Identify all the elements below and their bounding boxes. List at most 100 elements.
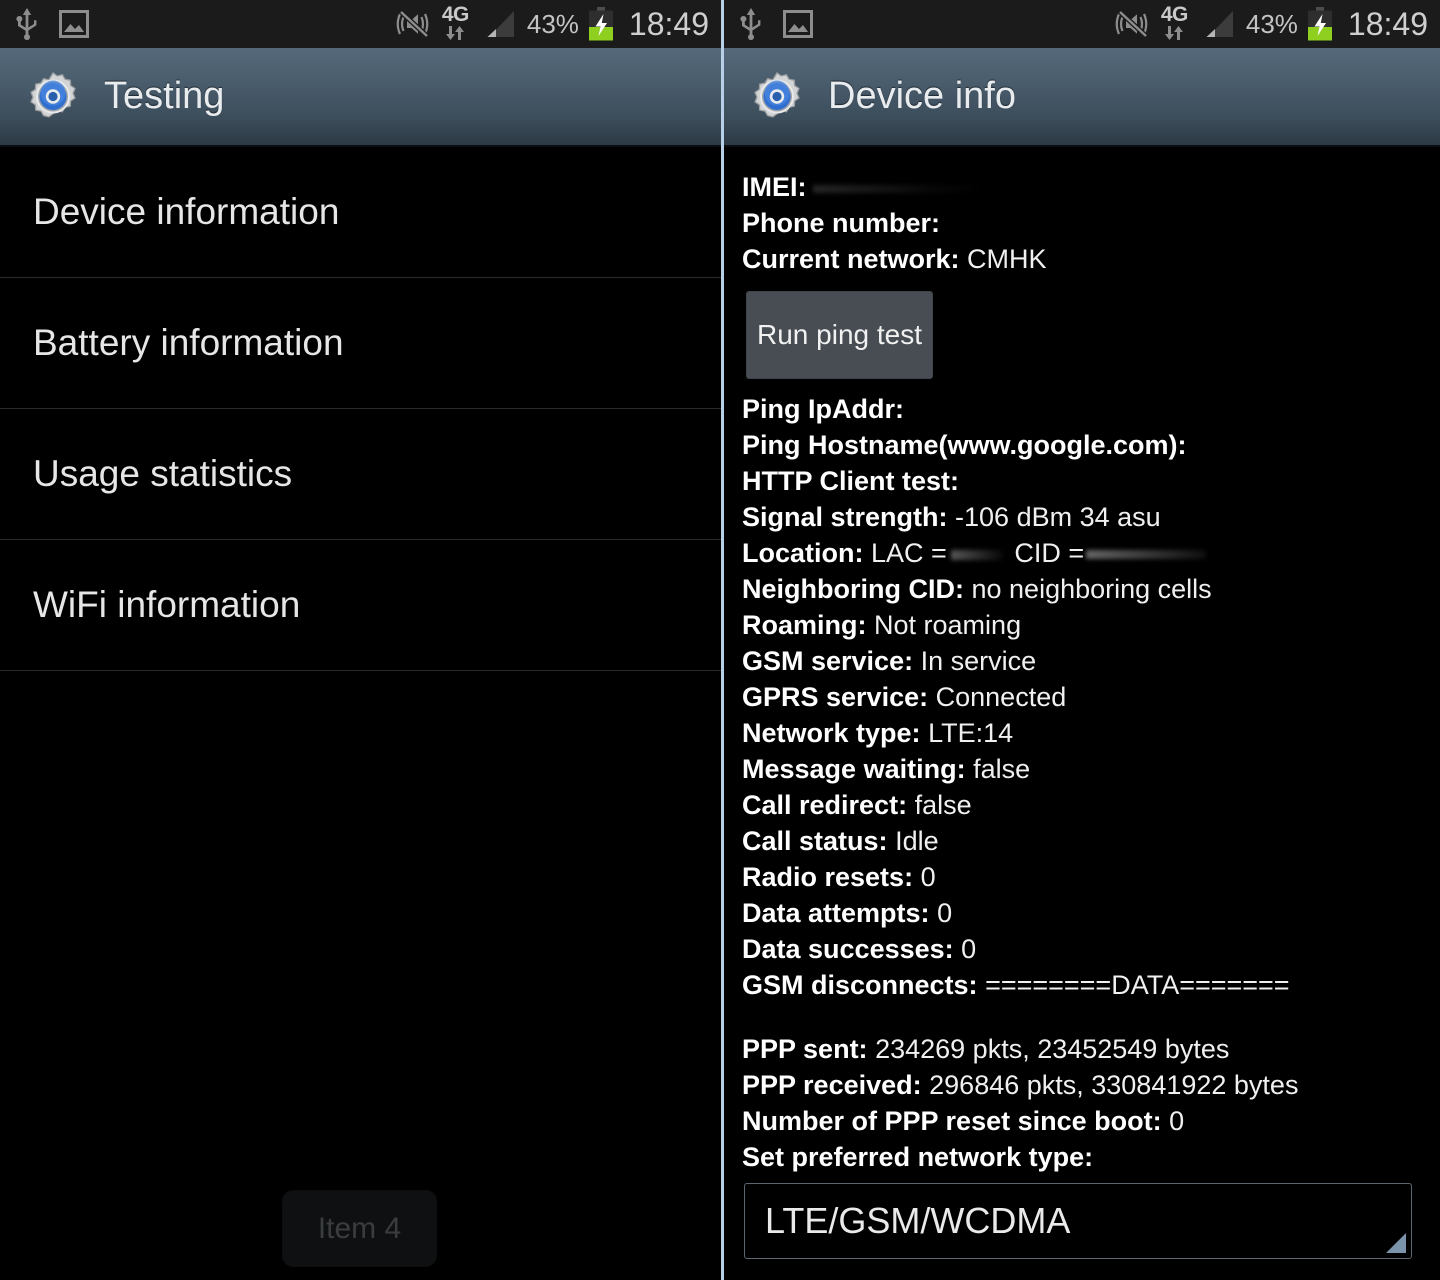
field-value: no neighboring cells bbox=[971, 574, 1212, 604]
field-value: false bbox=[914, 790, 972, 820]
field-value: 0 bbox=[1169, 1106, 1185, 1136]
field-call-status: Call status: Idle bbox=[742, 823, 1440, 859]
field-key: Set preferred network type: bbox=[742, 1142, 1094, 1172]
field-value-cid-label: CID = bbox=[1014, 538, 1085, 568]
run-ping-test-button[interactable]: Run ping test bbox=[746, 291, 933, 379]
list-item-device-information[interactable]: Device information bbox=[0, 147, 721, 278]
settings-gear-icon bbox=[748, 68, 806, 126]
field-neighboring-cid: Neighboring CID: no neighboring cells bbox=[742, 571, 1440, 607]
battery-charging-icon bbox=[1306, 7, 1334, 41]
status-bar-left: 4G 43% 18:49 bbox=[0, 0, 721, 48]
redacted-lac-value bbox=[950, 549, 1003, 560]
field-ppp-sent: PPP sent: 234269 pkts, 23452549 bytes bbox=[742, 1031, 1440, 1067]
field-value: CMHK bbox=[967, 244, 1047, 274]
field-current-network: Current network: CMHK bbox=[742, 241, 1440, 277]
right-panel-device-info: 4G 43% 18:49 Device info IMEI: Phone num… bbox=[724, 0, 1440, 1280]
field-network-type: Network type: LTE:14 bbox=[742, 715, 1440, 751]
field-value: ========DATA======= bbox=[985, 970, 1290, 1000]
preferred-network-type-spinner[interactable]: LTE/GSM/WCDMA bbox=[744, 1183, 1412, 1259]
field-key: GPRS service: bbox=[742, 682, 929, 712]
4g-data-icon: 4G bbox=[1161, 4, 1188, 44]
field-key: Call redirect: bbox=[742, 790, 908, 820]
list-item-label: Device information bbox=[33, 191, 340, 232]
field-key: Phone number: bbox=[742, 208, 941, 238]
field-value: 234269 pkts, 23452549 bytes bbox=[875, 1034, 1230, 1064]
field-key: HTTP Client test: bbox=[742, 466, 960, 496]
list-item-wifi-information[interactable]: WiFi information bbox=[0, 540, 721, 671]
field-message-waiting: Message waiting: false bbox=[742, 751, 1440, 787]
list-item-battery-information[interactable]: Battery information bbox=[0, 278, 721, 409]
field-ppp-reset-since-boot: Number of PPP reset since boot: 0 bbox=[742, 1103, 1440, 1139]
data-arrows-icon bbox=[1162, 26, 1186, 44]
left-panel-testing: 4G 43% 18:49 Testing Device information … bbox=[0, 0, 721, 1280]
field-key: Number of PPP reset since boot: bbox=[742, 1106, 1162, 1136]
field-key: Network type: bbox=[742, 718, 921, 748]
field-phone-number: Phone number: bbox=[742, 205, 1440, 241]
battery-charging-icon bbox=[587, 7, 615, 41]
field-key: Roaming: bbox=[742, 610, 867, 640]
redacted-cid-value bbox=[1086, 550, 1207, 560]
field-ppp-received: PPP received: 296846 pkts, 330841922 byt… bbox=[742, 1067, 1440, 1103]
network-type-label: 4G bbox=[1160, 3, 1189, 26]
screenshot-icon bbox=[782, 8, 814, 40]
field-gsm-disconnects: GSM disconnects: ========DATA======= bbox=[742, 967, 1440, 1003]
field-key: GSM disconnects: bbox=[742, 970, 978, 1000]
4g-data-icon: 4G bbox=[442, 4, 469, 44]
field-key: Data successes: bbox=[742, 934, 954, 964]
label-set-preferred-network-type: Set preferred network type: bbox=[742, 1139, 1440, 1175]
field-http-client-test: HTTP Client test: bbox=[742, 463, 1440, 499]
field-key: Location: bbox=[742, 538, 864, 568]
list-item-label: Usage statistics bbox=[33, 453, 293, 494]
field-key: GSM service: bbox=[742, 646, 914, 676]
field-key: Message waiting: bbox=[742, 754, 966, 784]
page-title: Testing bbox=[104, 75, 225, 117]
settings-gear-icon bbox=[24, 68, 82, 126]
action-bar-left: Testing bbox=[0, 48, 721, 147]
field-key: Current network: bbox=[742, 244, 960, 274]
field-key: Ping Hostname(www.google.com): bbox=[742, 430, 1187, 460]
usb-icon bbox=[14, 7, 40, 41]
field-key: Data attempts: bbox=[742, 898, 930, 928]
status-bar-right-left-icons bbox=[738, 7, 814, 41]
field-key: PPP sent: bbox=[742, 1034, 868, 1064]
field-key: Radio resets: bbox=[742, 862, 914, 892]
list-item-usage-statistics[interactable]: Usage statistics bbox=[0, 409, 721, 540]
list-item-label: WiFi information bbox=[33, 584, 301, 625]
signal-bars-icon bbox=[483, 9, 517, 39]
device-info-body: IMEI: Phone number: Current network: CMH… bbox=[724, 147, 1440, 1259]
status-bar-right-right-icons: 4G 43% 18:49 bbox=[1113, 4, 1428, 44]
field-value: 296846 pkts, 330841922 bytes bbox=[929, 1070, 1299, 1100]
usb-icon bbox=[738, 7, 764, 41]
field-value: false bbox=[973, 754, 1031, 784]
screenshot-icon bbox=[58, 8, 90, 40]
field-ping-ipaddr: Ping IpAddr: bbox=[742, 391, 1440, 427]
list-item-label: Battery information bbox=[33, 322, 344, 363]
field-value: Connected bbox=[935, 682, 1067, 712]
field-value: 0 bbox=[961, 934, 977, 964]
field-value: Not roaming bbox=[874, 610, 1022, 640]
field-location: Location: LAC = CID = bbox=[742, 535, 1440, 571]
field-roaming: Roaming: Not roaming bbox=[742, 607, 1440, 643]
settings-list: Device information Battery information U… bbox=[0, 147, 721, 671]
clock-label: 18:49 bbox=[1347, 5, 1428, 42]
spinner-selected-value: LTE/GSM/WCDMA bbox=[765, 1200, 1071, 1241]
data-arrows-icon bbox=[443, 26, 467, 44]
field-value: Idle bbox=[895, 826, 939, 856]
field-key: Ping IpAddr: bbox=[742, 394, 904, 424]
spinner-caret-icon bbox=[1386, 1233, 1406, 1253]
field-gsm-service: GSM service: In service bbox=[742, 643, 1440, 679]
field-key: Call status: bbox=[742, 826, 888, 856]
field-ping-hostname: Ping Hostname(www.google.com): bbox=[742, 427, 1440, 463]
page-title: Device info bbox=[828, 75, 1016, 117]
field-value: -106 dBm 34 asu bbox=[955, 502, 1161, 532]
field-key: PPP received: bbox=[742, 1070, 922, 1100]
status-bar-left-icons bbox=[14, 7, 90, 41]
field-key: Signal strength: bbox=[742, 502, 948, 532]
action-bar-right: Device info bbox=[724, 48, 1440, 147]
field-signal-strength: Signal strength: -106 dBm 34 asu bbox=[742, 499, 1440, 535]
vibrate-mute-icon bbox=[1113, 9, 1151, 39]
signal-bars-icon bbox=[1202, 9, 1236, 39]
field-gprs-service: GPRS service: Connected bbox=[742, 679, 1440, 715]
battery-percent-label: 43% bbox=[526, 8, 579, 39]
